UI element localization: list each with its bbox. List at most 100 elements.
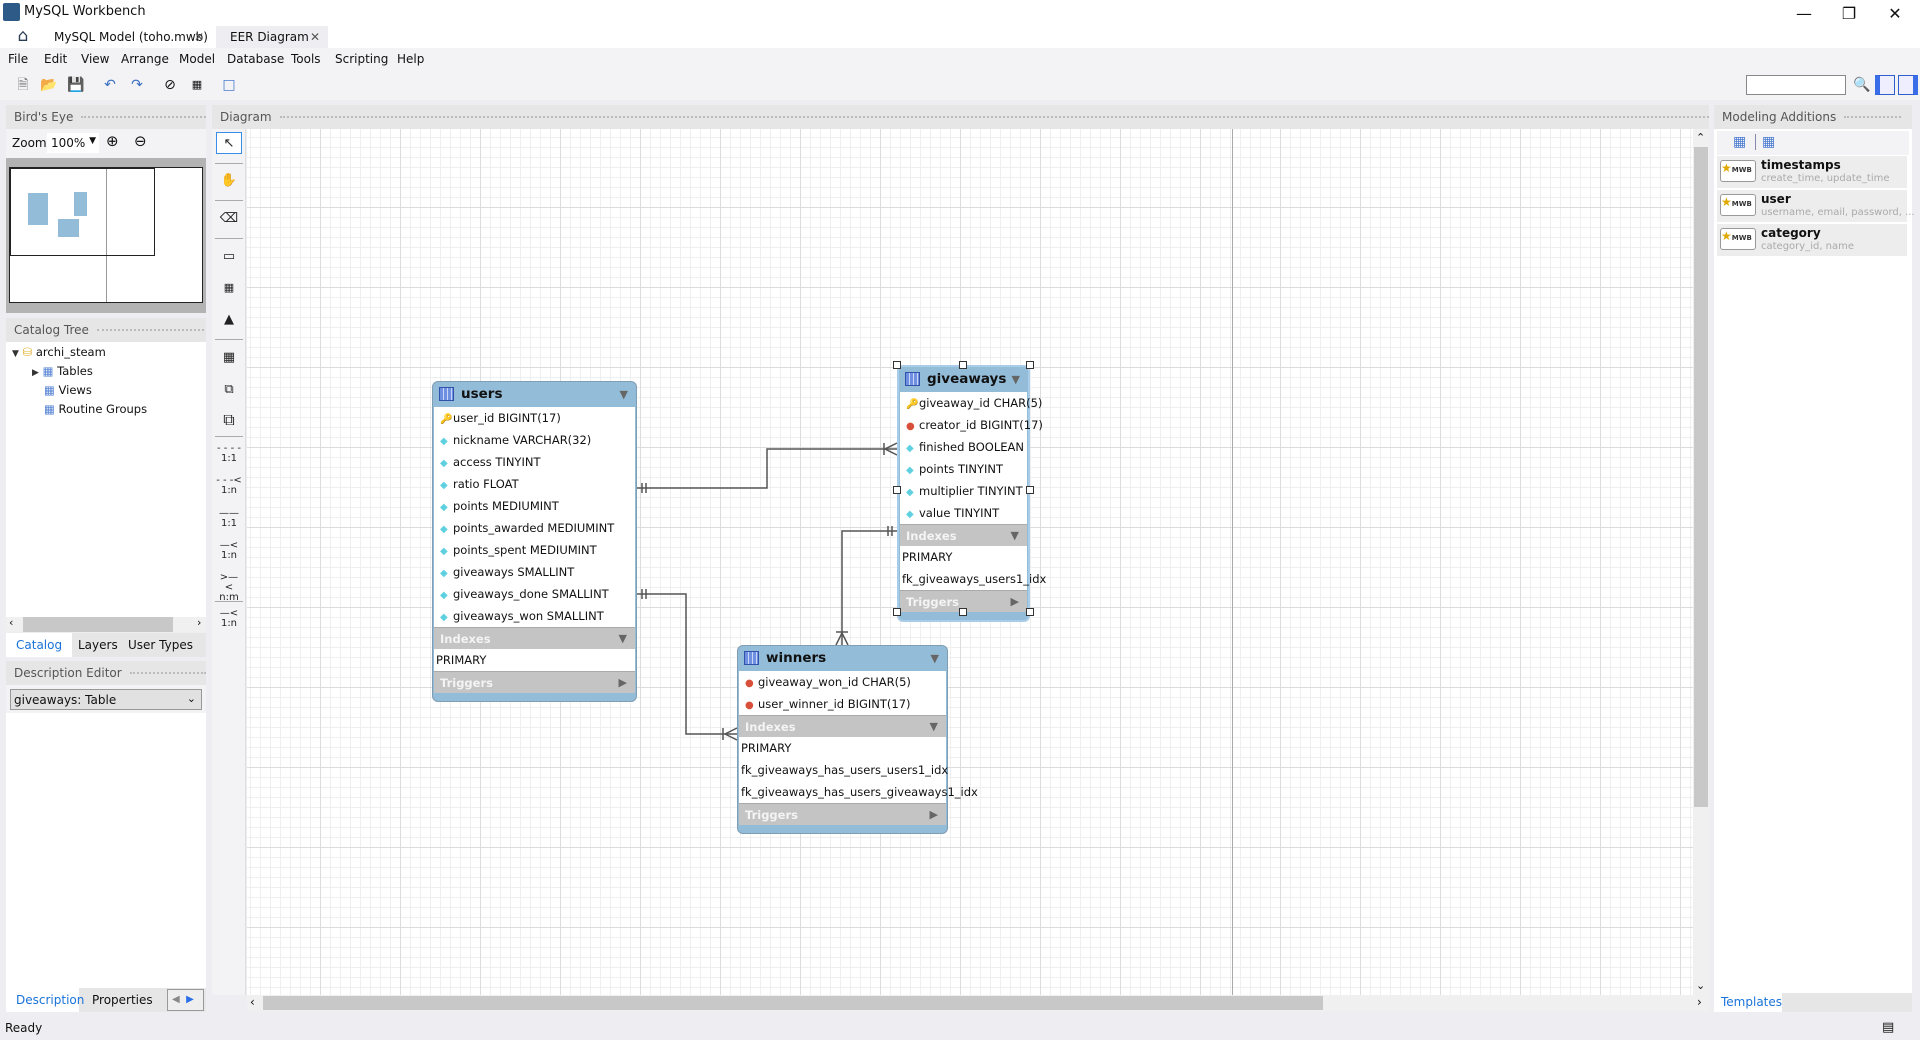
menu-arrange[interactable]: Arrange: [121, 52, 169, 66]
diagram-canvas[interactable]: users ▼ 🔑user_id BIGINT(17) ◆ nickname VARCH…: [247, 129, 1693, 995]
relationship-users-giveaways[interactable]: [636, 442, 898, 493]
relationship-1-n-identifying-icon[interactable]: —< 1:n: [216, 541, 242, 563]
table-giveaways[interactable]: giveaways ▼ 🔑giveaway_id CHAR(5) ● creator_i…: [897, 365, 1046, 622]
tab-eer-diagram[interactable]: EER Diagram ✕: [216, 26, 328, 48]
indexes-section[interactable]: Indexes ▼: [739, 715, 946, 737]
collapse-arrow-icon[interactable]: ▼: [620, 382, 628, 407]
triggers-section[interactable]: Triggers ▶: [434, 671, 635, 693]
column-row[interactable]: ◆ value TINYINT: [900, 502, 1027, 524]
column-row[interactable]: ◆ giveaways SMALLINT: [434, 561, 635, 583]
scroll-left-icon[interactable]: ◀: [172, 994, 180, 1005]
layer-tool-icon[interactable]: ▭: [216, 246, 242, 268]
table-users[interactable]: users ▼ 🔑user_id BIGINT(17) ◆ nickname VARCH…: [432, 381, 637, 702]
table-tool-icon[interactable]: ▦: [216, 347, 242, 369]
index-row[interactable]: PRIMARY: [900, 546, 1027, 568]
scroll-right-icon[interactable]: ▶: [186, 994, 194, 1005]
column-row[interactable]: ◆ points_awarded MEDIUMINT: [434, 517, 635, 539]
collapse-arrow-icon[interactable]: ▼: [619, 628, 627, 650]
collapsed-arrow-icon[interactable]: ▶: [32, 368, 39, 378]
index-row[interactable]: PRIMARY: [739, 737, 946, 759]
menu-tools[interactable]: Tools: [291, 52, 321, 66]
close-button[interactable]: ✕: [1875, 2, 1915, 26]
expand-arrow-icon[interactable]: ▶: [619, 672, 627, 694]
collapse-arrow-icon[interactable]: ▼: [1011, 525, 1019, 547]
search-icon[interactable]: 🔍: [1852, 75, 1872, 95]
tab-description[interactable]: Description: [6, 988, 84, 1012]
column-row[interactable]: ◆ points_spent MEDIUMINT: [434, 539, 635, 561]
zoom-select[interactable]: 100% ▼: [47, 133, 99, 153]
scroll-thumb[interactable]: [1694, 147, 1708, 807]
close-tab-icon[interactable]: ✕: [310, 26, 320, 48]
view-tool-icon[interactable]: ⧉: [216, 379, 242, 401]
column-row[interactable]: ◆ points TINYINT: [900, 458, 1027, 480]
tree-item-views[interactable]: ▦ Views: [44, 383, 92, 397]
tab-user-types[interactable]: User Types: [118, 633, 203, 657]
new-model-icon[interactable]: 🗎: [13, 75, 33, 95]
menu-scripting[interactable]: Scripting: [335, 52, 388, 66]
collapse-arrow-icon[interactable]: ▼: [1012, 367, 1020, 392]
resize-handle[interactable]: [1026, 608, 1034, 616]
toggle-left-panel-button[interactable]: [1875, 75, 1895, 95]
column-row[interactable]: ◆ multiplier TINYINT: [900, 480, 1027, 502]
tab-catalog[interactable]: Catalog: [6, 633, 73, 657]
relationship-users-winners[interactable]: [636, 589, 738, 741]
column-row[interactable]: ◆ ratio FLOAT: [434, 473, 635, 495]
table-header[interactable]: winners ▼: [738, 646, 947, 671]
search-input[interactable]: [1746, 75, 1846, 95]
resize-handle[interactable]: [1026, 486, 1034, 494]
tab-templates[interactable]: Templates: [1714, 993, 1782, 1012]
new-diagram-icon[interactable]: □: [219, 75, 239, 95]
resize-handle[interactable]: [1026, 361, 1034, 369]
edit-template-icon[interactable]: ▦: [1733, 134, 1746, 150]
index-row[interactable]: fk_giveaways_users1_idx: [900, 568, 1046, 590]
column-row[interactable]: ◆ nickname VARCHAR(32): [434, 429, 635, 451]
scroll-right-icon[interactable]: ›: [197, 616, 201, 629]
open-model-icon[interactable]: 📂: [39, 75, 59, 95]
close-tab-icon[interactable]: ✕: [194, 26, 204, 48]
save-model-icon[interactable]: 💾: [66, 75, 86, 95]
routine-group-tool-icon[interactable]: ⧉: [216, 409, 242, 431]
column-row[interactable]: 🔑user_id BIGINT(17): [434, 407, 635, 429]
restore-button[interactable]: ❐: [1829, 2, 1869, 26]
tab-properties[interactable]: Properties: [82, 988, 163, 1012]
template-user[interactable]: ★MWB user username, email, password, ...: [1717, 190, 1915, 222]
zoom-out-icon[interactable]: ⊖: [134, 132, 147, 150]
image-tool-icon[interactable]: ▲: [216, 309, 242, 331]
home-tab[interactable]: ⌂: [8, 26, 38, 48]
template-timestamps[interactable]: ★MWB timestamps create_time, update_time: [1717, 156, 1907, 188]
collapse-arrow-icon[interactable]: ▼: [931, 646, 939, 671]
column-row[interactable]: ◆ giveaways_done SMALLINT: [434, 583, 635, 605]
menu-database[interactable]: Database: [227, 52, 284, 66]
tab-model[interactable]: MySQL Model (toho.mwb) ✕: [40, 26, 212, 48]
collapse-arrow-icon[interactable]: ▼: [930, 716, 938, 738]
scroll-left-icon[interactable]: ‹: [250, 995, 255, 1009]
expand-arrow-icon[interactable]: ▶: [1011, 591, 1019, 613]
resize-handle[interactable]: [959, 361, 967, 369]
note-tool-icon[interactable]: ▦: [216, 277, 242, 299]
select-tool-icon[interactable]: ↖: [216, 132, 242, 154]
index-row[interactable]: fk_giveaways_has_users_users1_idx: [739, 759, 948, 781]
scroll-thumb[interactable]: [263, 996, 1323, 1010]
relationship-1-n-nonidentifying-icon[interactable]: - - -< 1:n: [216, 476, 242, 498]
birds-eye-view[interactable]: [6, 158, 206, 313]
toggle-grid-icon[interactable]: ⊘: [160, 75, 180, 95]
scroll-right-icon[interactable]: ›: [1697, 995, 1702, 1009]
scroll-thumb[interactable]: [23, 617, 173, 632]
column-row[interactable]: ◆ giveaways_won SMALLINT: [434, 605, 635, 627]
column-row[interactable]: ● creator_id BIGINT(17): [900, 414, 1043, 436]
column-row[interactable]: ◆ points MEDIUMINT: [434, 495, 635, 517]
table-header[interactable]: users ▼: [433, 382, 636, 407]
menu-view[interactable]: View: [81, 52, 109, 66]
scroll-down-icon[interactable]: ⌄: [1696, 979, 1705, 992]
scroll-up-icon[interactable]: ⌃: [1696, 131, 1705, 144]
diagram-horizontal-scrollbar[interactable]: ‹ ›: [247, 995, 1709, 1011]
relationship-1-1-nonidentifying-icon[interactable]: - - - -1:1: [216, 444, 242, 466]
table-header[interactable]: giveaways ▼: [899, 367, 1028, 392]
column-row[interactable]: ◆ finished BOOLEAN: [900, 436, 1027, 458]
resize-handle[interactable]: [893, 608, 901, 616]
relationship-1-1-identifying-icon[interactable]: —— 1:1: [216, 509, 242, 531]
relationship-giveaways-winners[interactable]: [835, 526, 897, 646]
diagram-vertical-scrollbar[interactable]: ⌃ ⌄: [1693, 129, 1709, 995]
menu-file[interactable]: File: [8, 52, 28, 66]
relationship-existing-columns-icon[interactable]: —< 1:n: [216, 609, 242, 631]
